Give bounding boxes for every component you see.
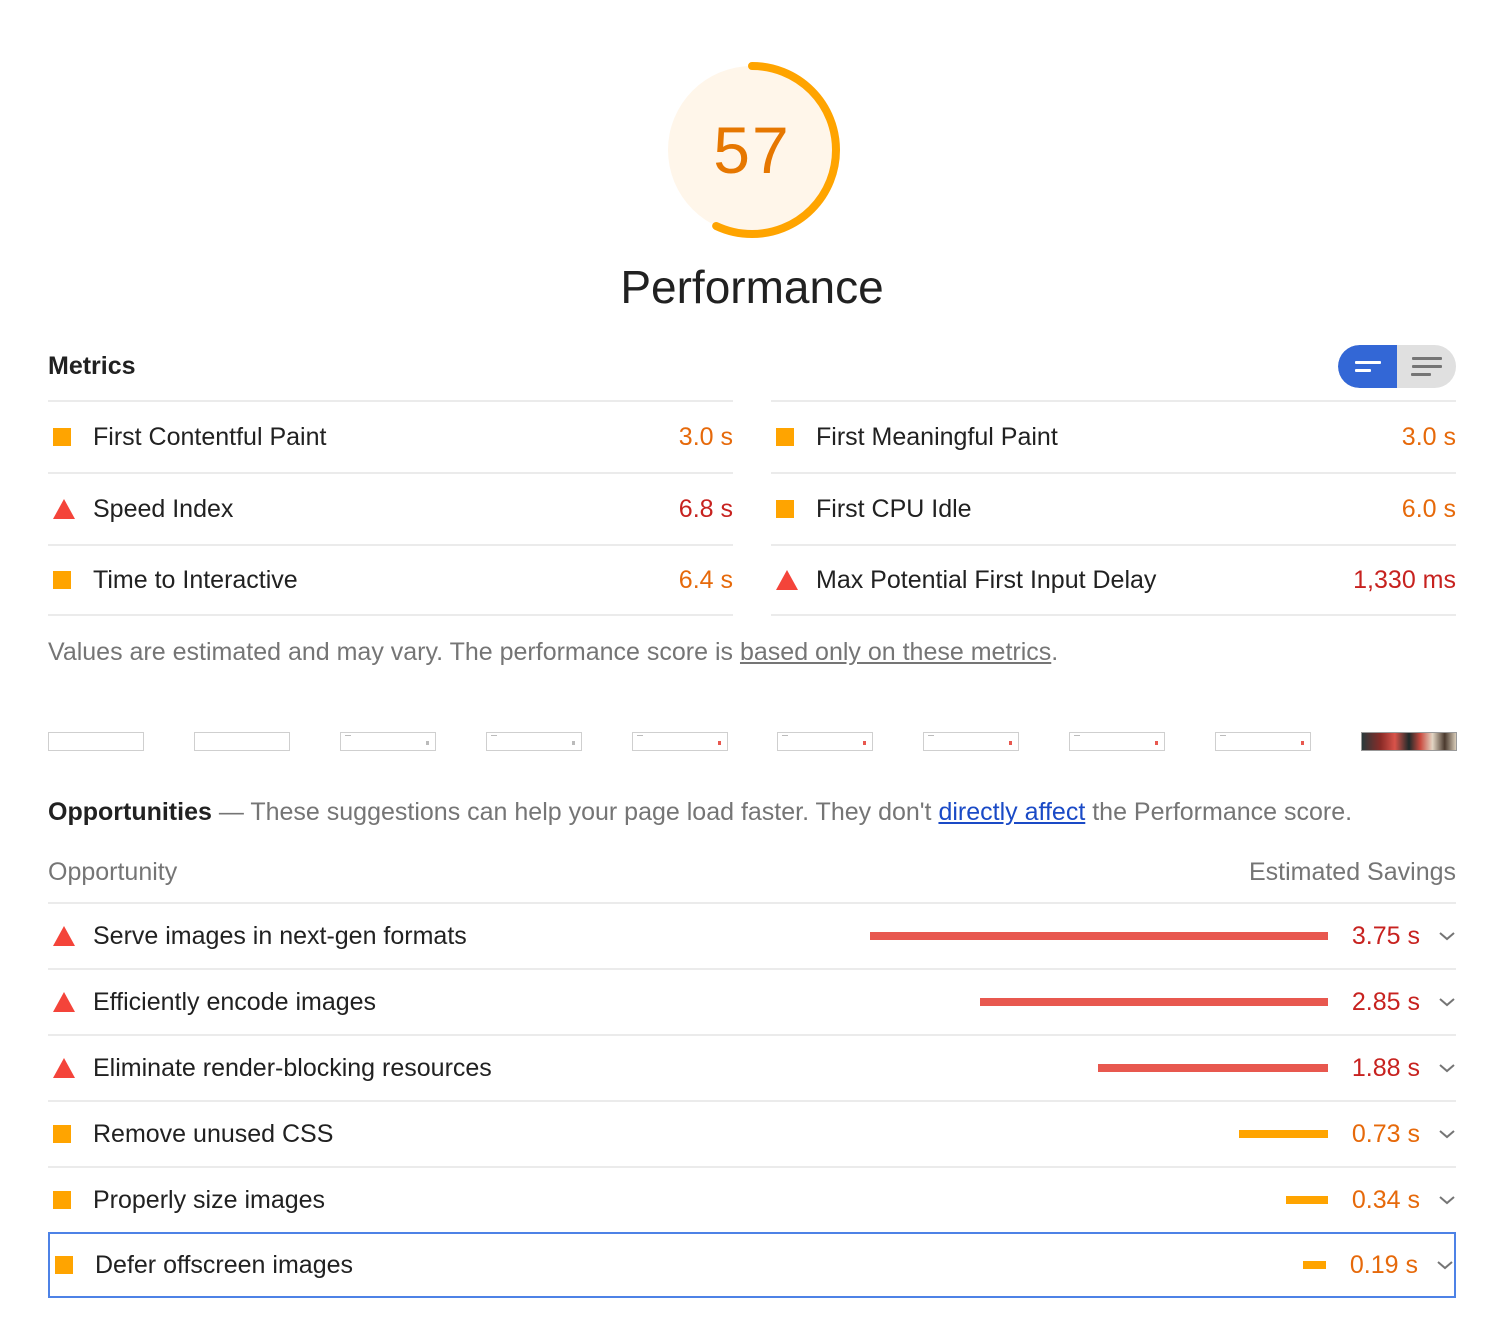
performance-gauge: 57: [662, 60, 842, 240]
metric-value: 1,330 ms: [1353, 565, 1456, 594]
savings-bar: [870, 932, 1328, 940]
expanded-view-icon[interactable]: [1397, 345, 1456, 388]
red-triangle-icon: [53, 926, 75, 946]
opportunity-label: Efficiently encode images: [93, 987, 377, 1016]
opportunity-next-gen-formats[interactable]: Serve images in next-gen formats 3.75 s: [48, 902, 1456, 968]
savings-bar: [980, 998, 1328, 1006]
red-triangle-icon: [53, 499, 75, 519]
metric-first-meaningful-paint: First Meaningful Paint 3.0 s: [771, 400, 1456, 472]
opportunities-columns: Opportunity Estimated Savings: [48, 858, 1456, 887]
opportunity-label: Serve images in next-gen formats: [93, 921, 467, 950]
filmstrip-frame: [923, 732, 1019, 751]
chevron-down-icon[interactable]: [1420, 1128, 1456, 1140]
metrics-note: Values are estimated and may vary. The p…: [48, 638, 1058, 667]
orange-square-icon: [53, 571, 71, 589]
savings-value: 1.88 s: [1351, 1053, 1420, 1082]
metrics-heading: Metrics: [48, 352, 136, 380]
metric-value: 3.0 s: [1401, 422, 1456, 451]
opportunity-label: Properly size images: [93, 1185, 326, 1214]
orange-square-icon: [776, 428, 794, 446]
chevron-down-icon[interactable]: [1420, 996, 1456, 1008]
directly-affect-link[interactable]: directly affect: [938, 798, 1085, 826]
opportunity-label: Eliminate render-blocking resources: [93, 1053, 492, 1082]
opportunities-desc-suffix: the Performance score.: [1085, 798, 1353, 826]
filmstrip-frame: [632, 732, 728, 751]
metric-value: 6.0 s: [1401, 494, 1456, 523]
savings-value: 0.34 s: [1351, 1185, 1420, 1214]
opportunity-unused-css[interactable]: Remove unused CSS 0.73 s: [48, 1100, 1456, 1166]
opportunities-title: Opportunities: [48, 798, 212, 826]
column-estimated-savings: Estimated Savings: [1248, 858, 1456, 886]
metric-value: 3.0 s: [678, 422, 733, 451]
opportunity-label: Remove unused CSS: [93, 1119, 334, 1148]
opportunities-desc: These suggestions can help your page loa…: [250, 798, 939, 826]
filmstrip-frame: [194, 732, 290, 751]
metric-max-potential-fid: Max Potential First Input Delay 1,330 ms: [771, 544, 1456, 616]
opportunities-header: Opportunities — These suggestions can he…: [48, 798, 1352, 827]
opportunity-size-images[interactable]: Properly size images 0.34 s: [48, 1166, 1456, 1232]
filmstrip-frame: [1069, 732, 1165, 751]
metric-label: Speed Index: [93, 494, 234, 523]
savings-bar: [1286, 1196, 1328, 1204]
metric-first-cpu-idle: First CPU Idle 6.0 s: [771, 472, 1456, 544]
metric-label: Max Potential First Input Delay: [816, 565, 1157, 594]
orange-square-icon: [776, 500, 794, 518]
savings-value: 2.85 s: [1351, 987, 1420, 1016]
metric-speed-index: Speed Index 6.8 s: [48, 472, 733, 544]
metrics-grid: First Contentful Paint 3.0 s First Meani…: [48, 400, 1456, 616]
chevron-down-icon[interactable]: [1418, 1259, 1454, 1271]
metric-first-contentful-paint: First Contentful Paint 3.0 s: [48, 400, 733, 472]
performance-score: 57: [713, 113, 791, 187]
filmstrip-frame: [777, 732, 873, 751]
metric-time-to-interactive: Time to Interactive 6.4 s: [48, 544, 733, 616]
metric-value: 6.4 s: [678, 565, 733, 594]
filmstrip-frame: [1215, 732, 1311, 751]
savings-bar: [1239, 1130, 1328, 1138]
red-triangle-icon: [53, 1058, 75, 1078]
orange-square-icon: [53, 1125, 71, 1143]
orange-square-icon: [53, 1191, 71, 1209]
opportunities-dash: —: [211, 798, 251, 826]
opportunity-encode-images[interactable]: Efficiently encode images 2.85 s: [48, 968, 1456, 1034]
metric-label: First CPU Idle: [816, 494, 972, 523]
metric-label: First Meaningful Paint: [816, 422, 1058, 451]
red-triangle-icon: [776, 570, 798, 590]
column-opportunity: Opportunity: [48, 858, 178, 886]
metrics-view-toggle[interactable]: [1338, 345, 1456, 388]
red-triangle-icon: [53, 992, 75, 1012]
metrics-link[interactable]: based only on these metrics: [740, 638, 1051, 666]
opportunities-list: Serve images in next-gen formats 3.75 s …: [48, 902, 1456, 1298]
savings-value: 0.73 s: [1351, 1119, 1420, 1148]
savings-bar: [1098, 1064, 1328, 1072]
metric-label: First Contentful Paint: [93, 422, 327, 451]
opportunity-label: Defer offscreen images: [95, 1250, 353, 1279]
note-text: Values are estimated and may vary. The p…: [48, 638, 740, 666]
filmstrip: [48, 732, 1457, 752]
savings-value: 3.75 s: [1351, 921, 1420, 950]
filmstrip-frame: [48, 732, 144, 751]
filmstrip-frame-loaded: [1361, 732, 1457, 751]
metric-value: 6.8 s: [678, 494, 733, 523]
gauge-title: Performance: [620, 261, 884, 313]
savings-value: 0.19 s: [1349, 1250, 1418, 1279]
metric-label: Time to Interactive: [93, 565, 298, 594]
chevron-down-icon[interactable]: [1420, 1062, 1456, 1074]
compact-view-icon[interactable]: [1338, 345, 1397, 388]
orange-square-icon: [55, 1256, 73, 1274]
filmstrip-frame: [486, 732, 582, 751]
opportunity-render-blocking[interactable]: Eliminate render-blocking resources 1.88…: [48, 1034, 1456, 1100]
opportunity-defer-offscreen[interactable]: Defer offscreen images 0.19 s: [48, 1232, 1456, 1298]
orange-square-icon: [53, 428, 71, 446]
filmstrip-frame: [340, 732, 436, 751]
chevron-down-icon[interactable]: [1420, 930, 1456, 942]
note-suffix: .: [1051, 638, 1059, 666]
chevron-down-icon[interactable]: [1420, 1194, 1456, 1206]
savings-bar: [1303, 1261, 1326, 1269]
